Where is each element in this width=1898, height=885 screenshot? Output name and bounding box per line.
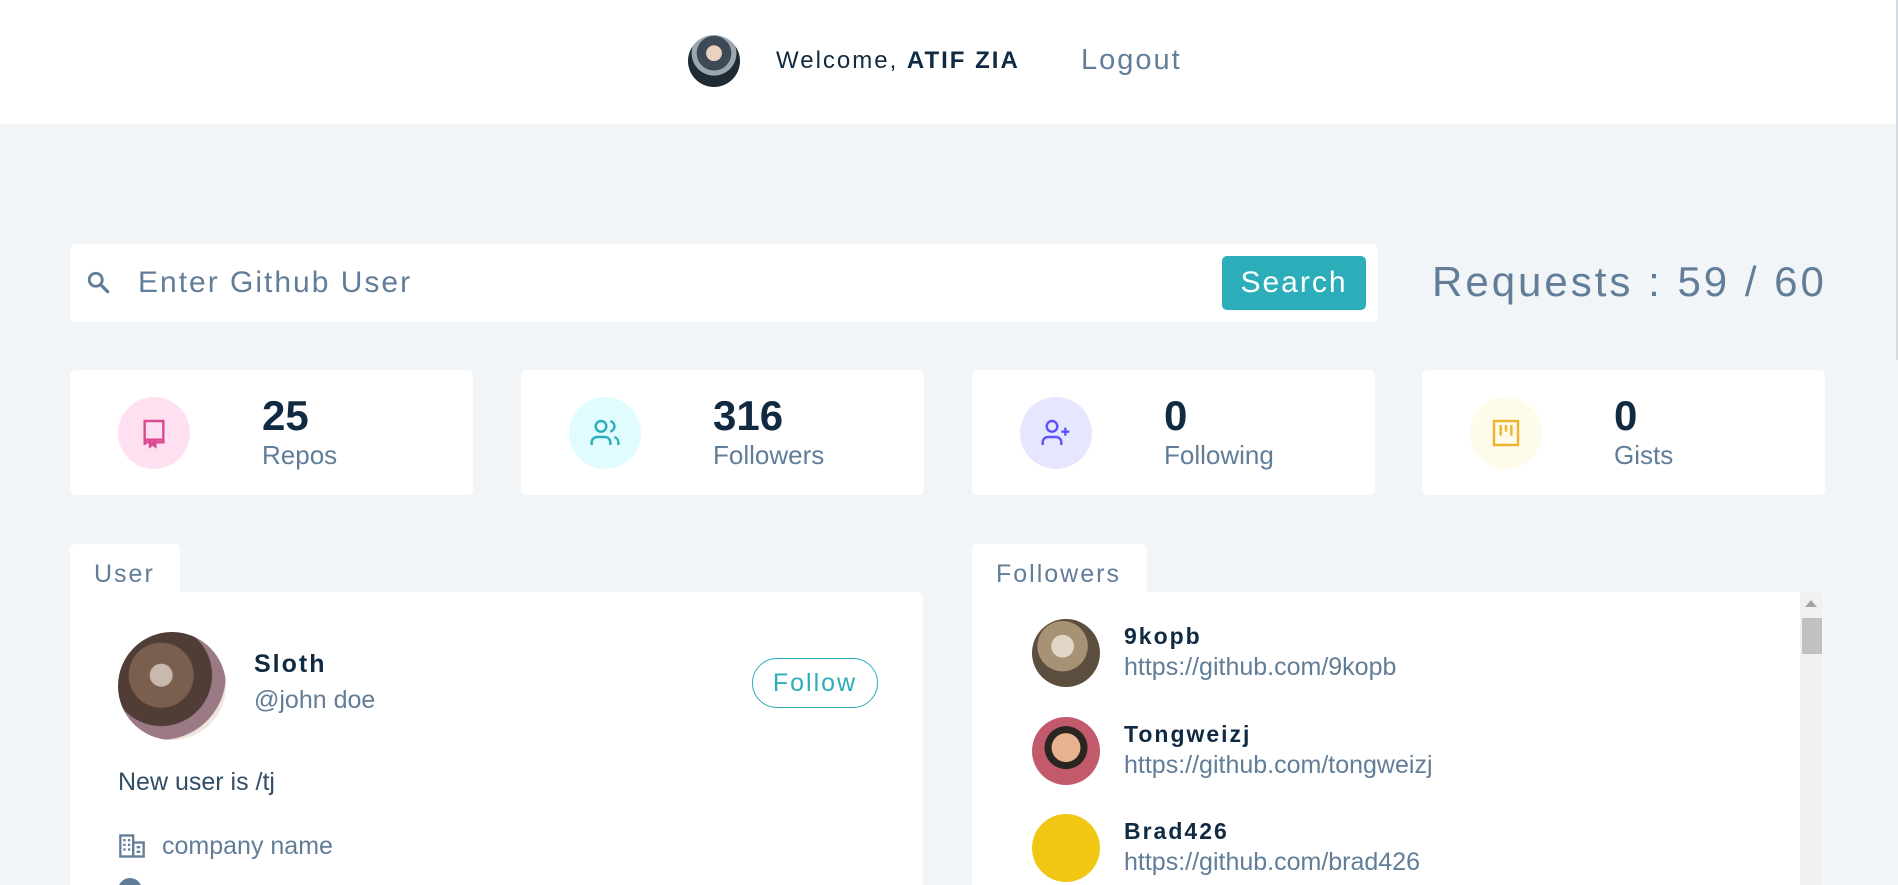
- follower-avatar: [1032, 619, 1100, 687]
- followers-stat-card: 316 Followers: [521, 370, 924, 495]
- user-name: Sloth: [254, 650, 327, 678]
- follower-url-link[interactable]: https://github.com/9kopb: [1124, 653, 1396, 682]
- repos-stat-card: 25 Repos: [70, 370, 473, 495]
- follower-name: Tongweizj: [1124, 721, 1252, 747]
- followers-list: 9kopb https://github.com/9kopb Tongweizj…: [972, 592, 1800, 885]
- following-stat-card: 0 Following: [972, 370, 1375, 495]
- following-icon-circle: [1020, 397, 1092, 469]
- top-navbar: Welcome, ATIF ZIA Logout: [0, 0, 1898, 360]
- user-company: company name: [162, 832, 333, 860]
- user-card: Sloth @john doe Follow New user is /tj c…: [70, 592, 923, 885]
- follower-avatar: [1032, 814, 1100, 882]
- welcome-prefix: Welcome,: [776, 47, 907, 74]
- github-user-search-input[interactable]: [138, 258, 1268, 308]
- location-icon: [113, 873, 147, 885]
- scroll-up-arrow-icon[interactable]: [1805, 600, 1817, 607]
- search-button[interactable]: Search: [1222, 256, 1366, 310]
- followers-scrollbar[interactable]: [1800, 592, 1822, 885]
- followers-panel-tab: Followers: [972, 544, 1147, 594]
- follower-item[interactable]: Brad426 https://github.com/brad426: [1032, 814, 1732, 885]
- follow-button[interactable]: Follow: [752, 658, 878, 708]
- gists-count: 0: [1614, 392, 1638, 439]
- search-form: Search: [70, 244, 1378, 322]
- welcome-user-name: ATIF ZIA: [906, 47, 1020, 74]
- current-user-avatar: [688, 35, 740, 87]
- following-label: Following: [1164, 440, 1274, 470]
- follower-url-link[interactable]: https://github.com/tongweizj: [1124, 751, 1433, 780]
- repos-label: Repos: [262, 440, 338, 470]
- code-icon: [1492, 419, 1520, 447]
- follower-avatar: [1032, 717, 1100, 785]
- user-handle: @john doe: [254, 686, 376, 714]
- following-count: 0: [1164, 392, 1188, 439]
- logout-button[interactable]: Logout: [1081, 44, 1182, 77]
- user-avatar: [118, 632, 226, 740]
- user-bio: New user is /tj: [118, 768, 275, 796]
- gists-label: Gists: [1614, 440, 1674, 470]
- repos-count: 25: [262, 392, 309, 439]
- requests-counter: Requests : 59 / 60: [1432, 258, 1827, 305]
- followers-icon-circle: [569, 397, 641, 469]
- building-icon: [119, 834, 145, 858]
- follower-url-link[interactable]: https://github.com/brad426: [1124, 848, 1420, 877]
- gists-stat-card: 0 Gists: [1422, 370, 1825, 495]
- follower-item[interactable]: 9kopb https://github.com/9kopb: [1032, 619, 1732, 691]
- user-plus-icon: [1041, 419, 1070, 445]
- search-icon: [87, 271, 110, 294]
- scrollbar-thumb[interactable]: [1802, 618, 1822, 654]
- followers-count: 316: [713, 392, 784, 439]
- follower-item[interactable]: Tongweizj https://github.com/tongweizj: [1032, 717, 1732, 789]
- follower-name: Brad426: [1124, 818, 1229, 844]
- gists-icon-circle: [1470, 397, 1542, 469]
- follower-name: 9kopb: [1124, 623, 1202, 649]
- followers-label: Followers: [713, 440, 825, 470]
- users-icon: [590, 419, 620, 445]
- book-icon: [143, 419, 165, 449]
- repos-icon-circle: [118, 397, 190, 469]
- user-panel-tab: User: [70, 544, 180, 594]
- welcome-text: Welcome, ATIF ZIA: [776, 47, 1020, 75]
